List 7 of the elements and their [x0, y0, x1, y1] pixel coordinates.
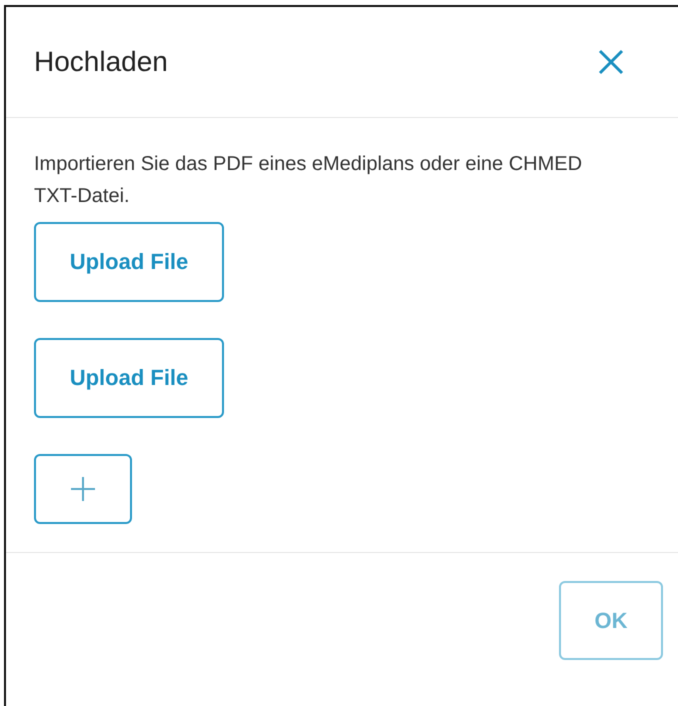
close-icon[interactable]	[597, 48, 625, 76]
add-button[interactable]	[34, 454, 132, 524]
description-text: Importieren Sie das PDF eines eMediplans oder eine CHMED TXT-Datei.	[34, 152, 584, 209]
dialog-title: Hochladen	[34, 46, 168, 78]
upload-file-button[interactable]: Upload File	[34, 338, 224, 418]
upload-file-button[interactable]: Upload File	[34, 222, 224, 302]
plus-icon	[70, 476, 96, 502]
